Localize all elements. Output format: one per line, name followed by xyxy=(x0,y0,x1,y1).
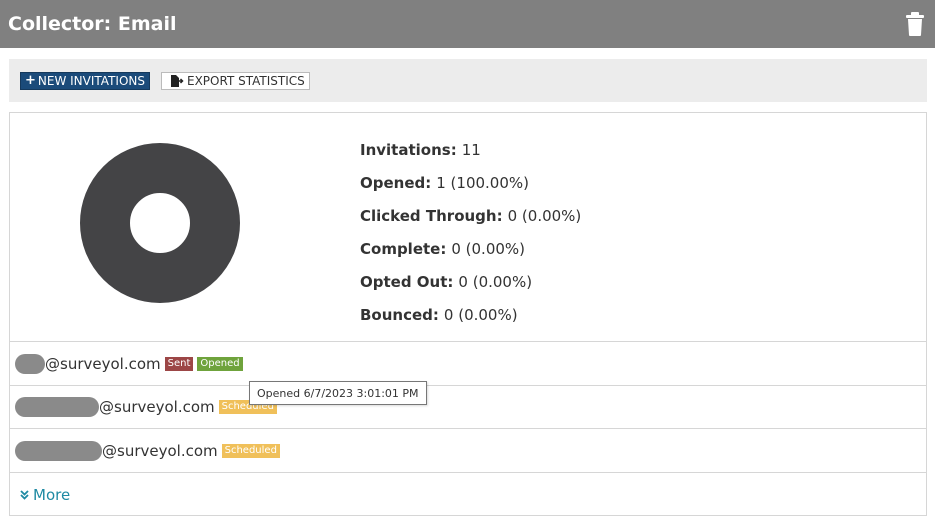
recipient-row: @surveyol.com Sent Opened xyxy=(10,341,926,385)
stat-bounced: Bounced: 0 (0.00%) xyxy=(360,305,518,324)
trash-icon[interactable] xyxy=(905,11,925,37)
redacted-email xyxy=(15,397,99,417)
new-invitations-label: NEW INVITATIONS xyxy=(37,73,145,88)
statistics-panel: Invitations: 11 Opened: 1 (100.00%) Clic… xyxy=(9,112,927,516)
toolbar: + NEW INVITATIONS EXPORT STATISTICS xyxy=(9,59,927,102)
redacted-email xyxy=(15,353,45,374)
stat-invitations: Invitations: 11 xyxy=(360,140,481,159)
stat-clicked-through: Clicked Through: 0 (0.00%) xyxy=(360,206,582,225)
donut-chart xyxy=(80,143,240,303)
recipient-email: @surveyol.com xyxy=(102,441,218,460)
stats-list: Invitations: 11 Opened: 1 (100.00%) Clic… xyxy=(360,133,581,331)
recipient-row: @surveyol.com Scheduled xyxy=(10,385,926,428)
status-badge-sent: Sent xyxy=(164,356,194,371)
more-row: More xyxy=(10,472,926,516)
opened-tooltip: Opened 6/7/2023 3:01:01 PM xyxy=(249,381,427,405)
stat-complete: Complete: 0 (0.00%) xyxy=(360,239,526,258)
double-chevron-down-icon xyxy=(20,489,29,500)
redacted-email xyxy=(15,440,102,461)
stat-opened: Opened: 1 (100.00%) xyxy=(360,173,530,192)
export-statistics-button[interactable]: EXPORT STATISTICS xyxy=(161,71,310,90)
export-statistics-label: EXPORT STATISTICS xyxy=(187,73,305,88)
recipient-row: @surveyol.com Scheduled xyxy=(10,428,926,472)
status-badge-opened[interactable]: Opened xyxy=(197,356,243,371)
recipient-email: @surveyol.com xyxy=(45,354,161,373)
donut-opened-segment xyxy=(80,143,240,303)
recipient-email: @surveyol.com xyxy=(99,398,215,416)
page-title: Collector: Email xyxy=(8,13,177,35)
collector-header: Collector: Email xyxy=(0,0,935,48)
stat-opted-out: Opted Out: 0 (0.00%) xyxy=(360,272,533,291)
more-label: More xyxy=(33,485,71,504)
plus-icon: + xyxy=(25,73,36,88)
status-badge-scheduled: Scheduled xyxy=(221,443,280,458)
more-link[interactable]: More xyxy=(15,486,70,504)
export-file-icon xyxy=(171,74,184,87)
new-invitations-button[interactable]: + NEW INVITATIONS xyxy=(20,71,150,90)
